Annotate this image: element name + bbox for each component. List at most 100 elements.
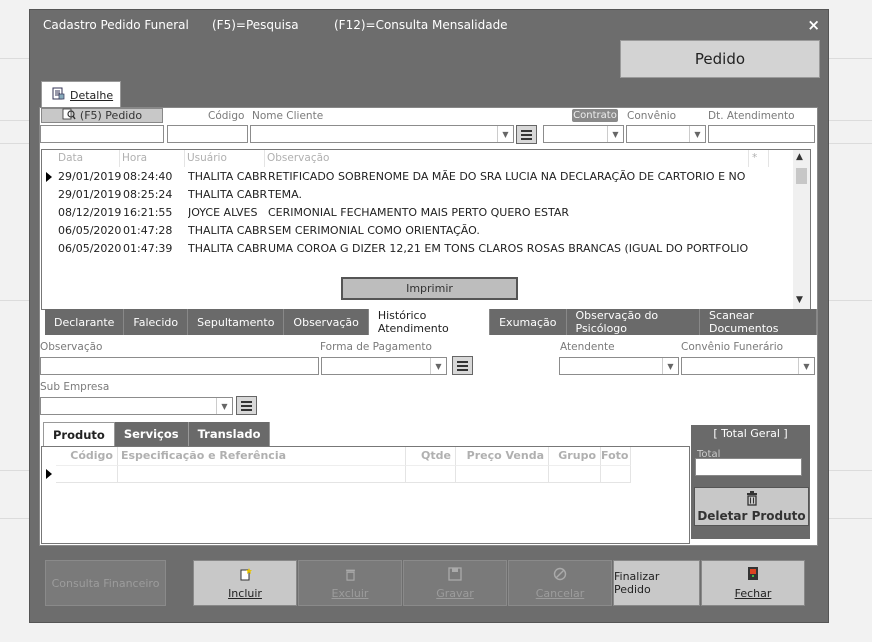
close-button[interactable]: × — [807, 16, 820, 34]
consulta-financeiro-button[interactable]: Consulta Financeiro — [45, 560, 166, 606]
detalhe-panel: (F5) Pedido Código Nome Cliente Contrato… — [39, 107, 818, 546]
excluir-label: Excluir — [331, 586, 369, 600]
column-header[interactable]: Código — [56, 447, 118, 465]
sub-empresa-list-button[interactable] — [236, 396, 257, 415]
f5-pedido-button[interactable]: (F5) Pedido — [41, 108, 163, 123]
table-cell[interactable] — [118, 465, 406, 483]
cell-usuario: THALITA CABR — [188, 188, 268, 201]
dt-atendimento-input[interactable] — [708, 125, 815, 143]
vertical-scrollbar[interactable]: ▲ ▼ — [793, 150, 810, 309]
scroll-down-icon[interactable]: ▼ — [796, 295, 803, 305]
total-input[interactable] — [695, 458, 802, 476]
column-header[interactable]: Data — [56, 150, 120, 167]
tab-servicos[interactable]: Serviços — [114, 422, 189, 446]
forma-pagamento-combo[interactable]: ▼ — [321, 357, 447, 375]
produto-grid[interactable]: Código Especificação e Referência Qtde P… — [41, 446, 690, 544]
deletar-produto-label: Deletar Produto — [697, 509, 806, 523]
tab-historico-atendimento[interactable]: Histórico Atendimento — [368, 309, 491, 335]
f5-pedido-label: (F5) Pedido — [79, 109, 143, 122]
cell-hora: 08:24:40 — [123, 170, 173, 183]
column-header[interactable]: Observação — [265, 150, 749, 167]
table-row[interactable]: 29/01/2019 08:25:24 THALITA CABR TEMA. — [42, 186, 770, 204]
scroll-up-icon[interactable]: ▲ — [796, 152, 803, 162]
table-cell[interactable] — [406, 465, 456, 483]
cell-hora: 16:21:55 — [123, 206, 173, 219]
column-header[interactable]: * — [749, 150, 769, 167]
tab-observacao-psicologo[interactable]: Observação do Psicólogo — [566, 309, 701, 335]
cell-obs: CERIMONIAL FECHAMENTO MAIS PERTO QUERO E… — [268, 206, 570, 219]
cliente-list-button[interactable] — [516, 125, 537, 144]
tab-produto[interactable]: Produto — [43, 422, 115, 446]
table-row[interactable]: 06/05/2020 01:47:39 THALITA CABR UMA COR… — [42, 240, 770, 258]
table-row[interactable]: 08/12/2019 16:21:55 JOYCE ALVES CERIMONI… — [42, 204, 770, 222]
chevron-down-icon[interactable]: ▼ — [689, 126, 705, 142]
deletar-produto-button[interactable]: Deletar Produto — [694, 487, 809, 526]
convenio-funerario-combo[interactable]: ▼ — [681, 357, 815, 375]
cell-obs: TEMA. — [268, 188, 302, 201]
cell-usuario: THALITA CABR — [188, 224, 268, 237]
column-header[interactable]: Qtde — [406, 447, 456, 465]
incluir-button[interactable]: Incluir — [193, 560, 297, 606]
tab-falecido[interactable]: Falecido — [124, 309, 189, 335]
column-header[interactable]: Especificação e Referência — [118, 447, 406, 465]
chevron-down-icon[interactable]: ▼ — [497, 126, 513, 142]
table-cell[interactable] — [601, 465, 631, 483]
table-cell[interactable] — [456, 465, 549, 483]
incluir-label: Incluir — [228, 586, 262, 600]
table-row[interactable]: 29/01/2019 08:24:40 THALITA CABR RETIFIC… — [42, 168, 770, 186]
row-indicator-icon — [46, 469, 52, 479]
row-indicator-icon — [46, 172, 52, 182]
chevron-down-icon[interactable]: ▼ — [662, 358, 678, 374]
chevron-down-icon[interactable]: ▼ — [798, 358, 814, 374]
chevron-down-icon[interactable]: ▼ — [216, 398, 232, 414]
search-document-icon — [62, 108, 76, 123]
tab-detalhe[interactable]: Detalhe — [41, 81, 121, 108]
save-icon — [448, 566, 462, 585]
column-header[interactable]: Preço Venda — [456, 447, 549, 465]
observacao-input[interactable] — [40, 357, 319, 375]
sub-empresa-combo[interactable]: ▼ — [40, 397, 233, 415]
cancelar-button[interactable]: Cancelar — [508, 560, 612, 606]
nome-cliente-combo[interactable]: ▼ — [250, 125, 514, 143]
scroll-thumb[interactable] — [796, 168, 807, 184]
imprimir-button[interactable]: Imprimir — [341, 277, 518, 300]
forma-pagamento-label: Forma de Pagamento — [320, 341, 432, 353]
table-cell[interactable] — [56, 465, 118, 483]
cell-data: 06/05/2020 — [58, 224, 122, 237]
cell-obs: SEM CERIMONIAL COMO ORIENTAÇÃO. — [268, 224, 480, 237]
pedido-button[interactable]: Pedido — [620, 40, 820, 78]
column-header[interactable]: Usuário — [185, 150, 265, 167]
tab-sepultamento[interactable]: Sepultamento — [188, 309, 285, 335]
contrato-button[interactable]: Contrato — [572, 109, 618, 122]
table-cell[interactable] — [549, 465, 601, 483]
chevron-down-icon[interactable]: ▼ — [607, 126, 623, 142]
codigo-input[interactable] — [167, 125, 248, 143]
hint-f5: (F5)=Pesquisa — [212, 18, 299, 32]
excluir-button[interactable]: Excluir — [298, 560, 402, 606]
product-tabs: Produto Serviços Translado — [43, 422, 271, 446]
contrato-combo[interactable]: ▼ — [543, 125, 624, 143]
list-icon — [241, 400, 252, 411]
convenio-combo[interactable]: ▼ — [626, 125, 706, 143]
cell-obs: UMA COROA G DIZER 12,21 EM TONS CLAROS R… — [268, 242, 748, 255]
tab-declarante[interactable]: Declarante — [45, 309, 125, 335]
pedido-input[interactable] — [40, 125, 164, 143]
finalizar-pedido-button[interactable]: Finalizar Pedido — [613, 560, 700, 606]
chevron-down-icon[interactable]: ▼ — [430, 358, 446, 374]
atendente-combo[interactable]: ▼ — [559, 357, 679, 375]
gravar-button[interactable]: Gravar — [403, 560, 507, 606]
column-header[interactable]: Foto — [601, 447, 631, 465]
forma-pagamento-list-button[interactable] — [452, 356, 473, 375]
fechar-button[interactable]: Fechar — [701, 560, 805, 606]
tab-exumacao[interactable]: Exumação — [490, 309, 567, 335]
tab-scanear-documentos[interactable]: Scanear Documentos — [700, 309, 817, 335]
column-header[interactable]: Hora — [120, 150, 185, 167]
cell-usuario: THALITA CABR — [188, 242, 268, 255]
tab-observacao[interactable]: Observação — [284, 309, 369, 335]
atendente-label: Atendente — [560, 341, 615, 353]
table-row[interactable]: 06/05/2020 01:47:28 THALITA CABR SEM CER… — [42, 222, 770, 240]
pedido-funeral-window: Cadastro Pedido Funeral (F5)=Pesquisa (F… — [29, 9, 829, 623]
column-header[interactable]: Grupo — [549, 447, 601, 465]
trash-icon — [344, 567, 357, 585]
tab-translado[interactable]: Translado — [188, 422, 271, 446]
